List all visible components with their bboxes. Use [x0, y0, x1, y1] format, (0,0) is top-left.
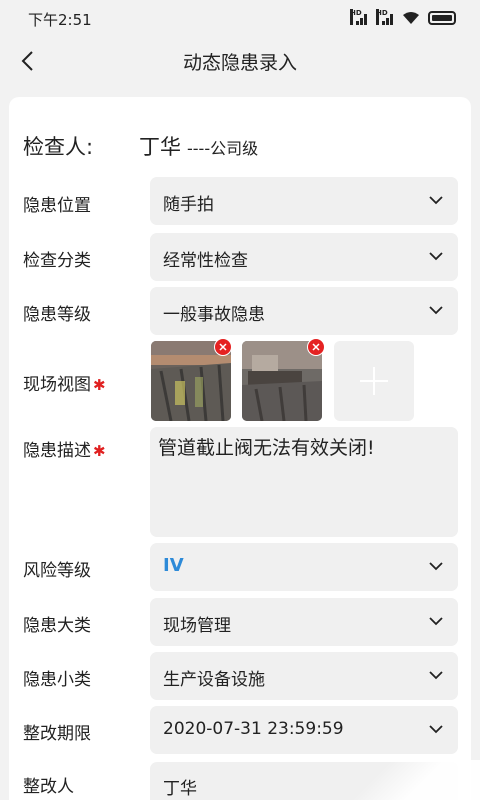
required-mark: ✱	[93, 376, 106, 394]
rectification-deadline-select[interactable]: 2020-07-31 23:59:59	[150, 706, 458, 754]
hazard-grade-value: 一般事故隐患	[163, 305, 265, 325]
risk-level-label: 风险等级	[23, 561, 91, 581]
risk-level-select[interactable]: IV	[150, 543, 458, 591]
close-icon	[219, 343, 227, 351]
check-category-label: 检查分类	[23, 251, 91, 271]
close-icon	[312, 343, 320, 351]
hazard-description-label: 隐患描述 ✱	[23, 436, 106, 461]
site-photos-label: 现场视图 ✱	[23, 370, 106, 395]
title-bar: 动态隐患录入	[0, 38, 480, 84]
signal-icon-2: HD	[376, 9, 394, 25]
page-title: 动态隐患录入	[182, 52, 297, 74]
check-category-select[interactable]: 经常性检查	[150, 233, 458, 281]
rectification-deadline-label: 整改期限	[23, 724, 91, 744]
inspector-row: 检查人: 丁华 ----公司级	[23, 131, 258, 159]
add-photo-button[interactable]	[334, 341, 414, 421]
rectification-deadline-value: 2020-07-31 23:59:59	[163, 719, 344, 739]
hazard-major-category-select[interactable]: 现场管理	[150, 598, 458, 646]
hazard-location-value: 随手拍	[163, 195, 214, 215]
hazard-location-label: 隐患位置	[23, 196, 91, 216]
risk-level-value: IV	[163, 555, 184, 576]
hazard-location-select[interactable]: 随手拍	[150, 177, 458, 225]
hazard-description-label-text: 隐患描述	[23, 441, 91, 461]
hazard-description-input[interactable]: 管道截止阀无法有效关闭!	[150, 427, 458, 537]
inspector-label: 检查人:	[23, 135, 94, 159]
battery-icon	[428, 11, 456, 25]
chevron-down-icon	[429, 725, 443, 734]
required-mark: ✱	[93, 442, 106, 460]
signal-icon: HD	[350, 9, 368, 25]
remove-photo-2-button[interactable]	[307, 338, 325, 356]
page-curl-shadow	[336, 760, 480, 800]
check-category-value: 经常性检查	[163, 251, 248, 271]
hazard-minor-category-label: 隐患小类	[23, 670, 91, 690]
site-photos-label-text: 现场视图	[23, 375, 91, 395]
hazard-grade-label: 隐患等级	[23, 305, 91, 325]
rectifier-label: 整改人	[23, 777, 74, 797]
wifi-icon	[403, 12, 419, 24]
rectifier-value: 丁华	[163, 779, 197, 799]
chevron-down-icon	[429, 196, 443, 205]
status-bar: 下午2:51 HD HD	[0, 0, 480, 38]
chevron-down-icon	[429, 306, 443, 315]
inspector-level: ----公司级	[187, 139, 259, 158]
status-icons: HD HD	[350, 9, 456, 25]
status-time: 下午2:51	[28, 11, 92, 29]
hazard-minor-category-value: 生产设备设施	[163, 670, 265, 690]
chevron-down-icon	[429, 252, 443, 261]
hazard-major-category-value: 现场管理	[163, 616, 231, 636]
chevron-down-icon	[429, 562, 443, 571]
hazard-major-category-label: 隐患大类	[23, 616, 91, 636]
hazard-grade-select[interactable]: 一般事故隐患	[150, 287, 458, 335]
hazard-minor-category-select[interactable]: 生产设备设施	[150, 652, 458, 700]
remove-photo-1-button[interactable]	[214, 338, 232, 356]
inspector-name: 丁华	[139, 135, 181, 159]
chevron-down-icon	[429, 671, 443, 680]
chevron-down-icon	[429, 617, 443, 626]
